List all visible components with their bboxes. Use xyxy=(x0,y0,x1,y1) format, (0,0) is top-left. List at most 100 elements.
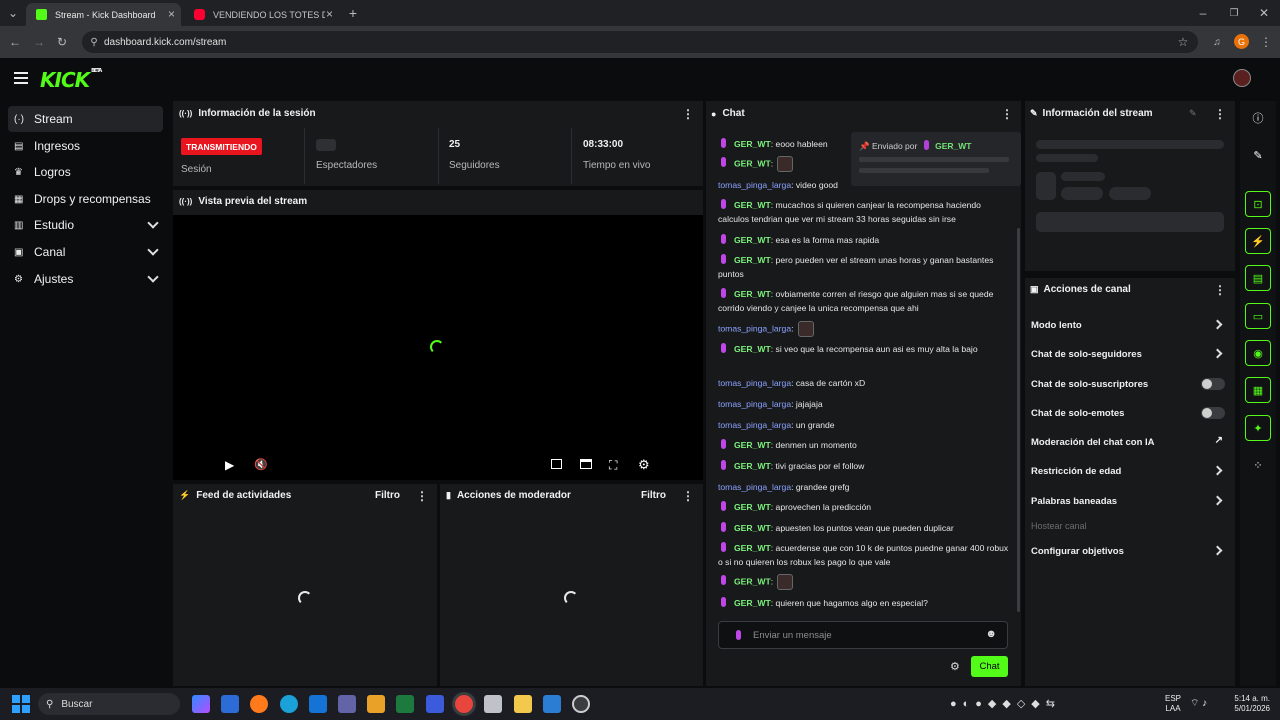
file-explorer-icon[interactable] xyxy=(514,695,532,713)
chrome-icon[interactable] xyxy=(455,695,473,713)
chat-settings-gear-icon[interactable]: ⚙ xyxy=(950,660,960,673)
notepad-icon[interactable] xyxy=(484,695,502,713)
reload-icon[interactable]: ↻ xyxy=(55,35,69,49)
chat-username[interactable]: GER_WT xyxy=(734,289,771,299)
chat-message[interactable]: tomas_pinga_larga: un grande xyxy=(718,418,1014,432)
edit-pencil-icon[interactable]: ✎ xyxy=(1189,108,1197,119)
firefox-icon[interactable] xyxy=(250,695,268,713)
miniplayer-icon[interactable] xyxy=(551,459,562,469)
chat-username[interactable]: GER_WT xyxy=(734,255,771,265)
action-configure-goals[interactable]: Configurar objetivos xyxy=(1031,541,1231,561)
emote-picker-icon[interactable]: ☻ xyxy=(985,628,997,640)
chat-username[interactable]: GER_WT xyxy=(734,235,771,245)
tab-youtube-video[interactable]: VENDIENDO LOS TOTES DE LOS × xyxy=(184,3,339,26)
action-modo-lento[interactable]: Modo lento xyxy=(1031,315,1231,335)
mod-filter-button[interactable]: Filtro xyxy=(641,490,666,501)
channel-actions-menu-icon[interactable]: ⋮ xyxy=(1214,283,1226,297)
chat-username[interactable]: GER_WT xyxy=(734,576,771,586)
sidebar-item-estudio[interactable]: ▥ Estudio xyxy=(8,212,163,238)
chat-username[interactable]: GER_WT xyxy=(734,598,771,608)
chat-menu-icon[interactable]: ⋮ xyxy=(1001,107,1013,121)
broadcast-icon[interactable]: ◉ xyxy=(1245,340,1271,366)
hamburger-menu-icon[interactable] xyxy=(14,72,28,84)
back-icon[interactable]: ← xyxy=(8,35,22,49)
activity-filter-button[interactable]: Filtro xyxy=(375,490,400,501)
sidebar-item-ajustes[interactable]: ⚙ Ajustes xyxy=(8,266,163,292)
more-options-icon[interactable]: ⁘ xyxy=(1245,452,1271,478)
chat-username[interactable]: GER_WT xyxy=(734,200,771,210)
action-age-restriction[interactable]: Restricción de edad xyxy=(1031,461,1231,481)
restore-icon[interactable]: ❐ xyxy=(1227,6,1241,20)
info-icon[interactable]: ⓘ xyxy=(1245,105,1271,131)
site-info-icon[interactable]: ⚲ xyxy=(88,35,100,49)
new-tab-button[interactable]: + xyxy=(345,5,361,21)
calculator-icon[interactable] xyxy=(367,695,385,713)
lightning-icon[interactable]: ⚡ xyxy=(1245,228,1271,254)
network-volume-icons[interactable]: ⌔ ♪ xyxy=(1190,697,1207,710)
theater-mode-icon[interactable] xyxy=(580,459,592,469)
chat-bubble-icon[interactable]: ▭ xyxy=(1245,303,1271,329)
kick-logo[interactable]: KICK BETA xyxy=(40,68,102,92)
notes-icon[interactable]: ▤ xyxy=(1245,265,1271,291)
app-icon[interactable] xyxy=(426,695,444,713)
media-control-icon[interactable]: ♫ xyxy=(1210,35,1224,49)
chat-username[interactable]: tomas_pinga_larga xyxy=(718,378,791,388)
chat-message[interactable]: GER_WT: xyxy=(718,574,1014,590)
minimize-icon[interactable]: – xyxy=(1196,6,1210,20)
fullscreen-icon[interactable]: ⛶ xyxy=(609,458,617,473)
action-solo-seguidores[interactable]: Chat de solo-seguidores xyxy=(1031,344,1231,364)
chat-username[interactable]: GER_WT xyxy=(734,440,771,450)
chat-message[interactable]: GER_WT: pero pueden ver el stream unas h… xyxy=(718,253,1014,281)
language-indicator[interactable]: ESP LAA xyxy=(1165,694,1181,714)
chat-username[interactable]: GER_WT xyxy=(734,461,771,471)
chat-message[interactable]: GER_WT: ovbiamente corren el riesgo que … xyxy=(718,287,1014,315)
chat-username[interactable]: GER_WT xyxy=(734,139,771,149)
chat-message[interactable]: GER_WT: quieren que hagamos algo en espe… xyxy=(718,596,1014,610)
tab-search-icon[interactable]: ⌄ xyxy=(6,6,20,20)
chat-username[interactable]: tomas_pinga_larga xyxy=(718,323,791,333)
chat-message[interactable]: GER_WT: mucachos si quieren canjear la r… xyxy=(718,198,1014,226)
emotes-only-toggle[interactable] xyxy=(1201,407,1225,419)
mute-icon[interactable]: 🔇 xyxy=(254,458,268,471)
sidebar-item-canal[interactable]: ▣ Canal xyxy=(8,239,163,265)
chat-message[interactable]: GER_WT: acuerdense que con 10 k de punto… xyxy=(718,541,1014,569)
sidebar-item-stream[interactable]: (·) Stream xyxy=(8,106,163,132)
chat-username[interactable]: tomas_pinga_larga xyxy=(718,399,791,409)
chat-message[interactable]: GER_WT: denmen un momento xyxy=(718,438,1014,452)
chat-message[interactable]: GER_WT: esa es la forma mas rapida xyxy=(718,233,1014,247)
excel-icon[interactable] xyxy=(396,695,414,713)
profile-avatar[interactable]: G xyxy=(1234,34,1249,49)
clock[interactable]: 5:14 a. m. 5/01/2026 xyxy=(1225,694,1270,714)
obs-icon[interactable] xyxy=(572,695,590,713)
play-icon[interactable]: ▶ xyxy=(225,458,234,472)
close-tab-icon[interactable]: × xyxy=(168,7,175,21)
sidebar-item-ingresos[interactable]: ▤ Ingresos xyxy=(8,133,163,159)
stream-info-menu-icon[interactable]: ⋮ xyxy=(1214,107,1226,121)
pinned-message[interactable]: 📌 Enviado por GER_WT xyxy=(851,132,1021,186)
copilot-icon[interactable] xyxy=(192,695,210,713)
chat-username[interactable]: GER_WT xyxy=(734,543,771,553)
close-tab-icon[interactable]: × xyxy=(326,7,333,21)
address-bar[interactable]: dashboard.kick.com/stream xyxy=(82,31,1198,53)
teams-icon[interactable] xyxy=(338,695,356,713)
sidebar-item-drops[interactable]: ▦ Drops y recompensas xyxy=(8,186,163,212)
chat-username[interactable]: GER_WT xyxy=(734,502,771,512)
subscribers-only-toggle[interactable] xyxy=(1201,378,1225,390)
taskbar-search[interactable]: ⚲ Buscar xyxy=(38,693,180,715)
action-solo-suscriptores[interactable]: Chat de solo-suscriptores xyxy=(1031,374,1231,394)
session-menu-icon[interactable]: ⋮ xyxy=(682,107,694,121)
word-icon[interactable] xyxy=(543,695,561,713)
tab-kick-dashboard[interactable]: Stream - Kick Dashboard × xyxy=(26,3,181,26)
send-chat-button[interactable]: Chat xyxy=(971,656,1008,677)
edit-icon[interactable]: ✎ xyxy=(1245,142,1271,168)
wrench-icon[interactable]: ✦ xyxy=(1245,415,1271,441)
chat-message[interactable]: tomas_pinga_larga: grandee grefg xyxy=(718,480,1014,494)
chat-username[interactable]: GER_WT xyxy=(734,344,771,354)
close-window-icon[interactable]: ✕ xyxy=(1257,6,1271,20)
edge-icon[interactable] xyxy=(280,695,298,713)
action-solo-emotes[interactable]: Chat de solo-emotes xyxy=(1031,403,1231,423)
chat-username[interactable]: GER_WT xyxy=(734,523,771,533)
chat-username[interactable]: GER_WT xyxy=(734,158,771,168)
bookmark-star-icon[interactable]: ☆ xyxy=(1176,35,1190,49)
chat-scrollbar[interactable] xyxy=(1017,228,1020,612)
